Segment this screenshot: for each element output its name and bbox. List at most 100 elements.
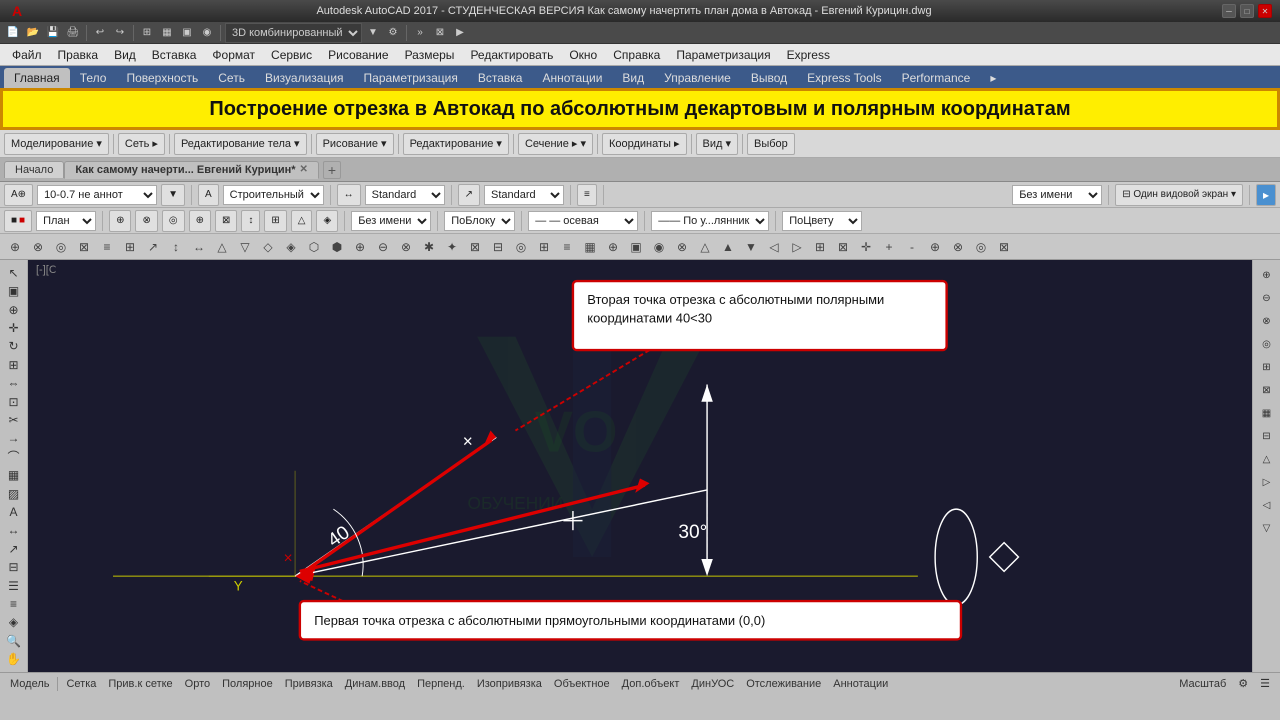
misc1-icon[interactable]: ↕: [241, 210, 260, 232]
status-snap[interactable]: Прив.к сетке: [104, 678, 176, 690]
lt-hatch[interactable]: ▨: [3, 485, 25, 502]
qa-settings[interactable]: ⚙: [384, 24, 402, 42]
it-4[interactable]: ⊠: [73, 236, 95, 258]
misc4-icon[interactable]: ◈: [316, 210, 338, 232]
lt-extend[interactable]: →: [3, 430, 25, 447]
lt-text[interactable]: A: [3, 503, 25, 520]
app-icon[interactable]: A: [8, 2, 26, 20]
byblock-select[interactable]: ПоБлоку: [444, 211, 515, 231]
rt-6[interactable]: ⊠: [1256, 379, 1278, 401]
status-annot[interactable]: Аннотации: [829, 678, 892, 690]
tab-output[interactable]: Вывод: [741, 68, 797, 88]
it-3[interactable]: ◎: [50, 236, 72, 258]
rt-8[interactable]: ⊟: [1256, 425, 1278, 447]
edit-dropdown[interactable]: Редактирование ▾: [403, 133, 509, 155]
menu-view[interactable]: Вид: [106, 44, 144, 65]
status-misc[interactable]: ☰: [1256, 677, 1274, 690]
it-6[interactable]: ⊞: [119, 236, 141, 258]
it-40[interactable]: -: [901, 236, 923, 258]
status-dynucs[interactable]: ДинУОС: [687, 678, 738, 690]
body-edit-dropdown[interactable]: Редактирование тела ▾: [174, 133, 307, 155]
status-scale[interactable]: Масштаб: [1175, 678, 1230, 690]
lt-layer[interactable]: ☰: [3, 577, 25, 594]
it-43[interactable]: ◎: [970, 236, 992, 258]
status-perp[interactable]: Перпенд.: [413, 678, 469, 690]
lt-dim[interactable]: ↔: [3, 522, 25, 539]
snap3-icon[interactable]: ◎: [162, 210, 185, 232]
lt-pan[interactable]: ✋: [3, 651, 25, 668]
it-18[interactable]: ⊗: [395, 236, 417, 258]
it-15[interactable]: ⬢: [326, 236, 348, 258]
rt-2[interactable]: ⊖: [1256, 287, 1278, 309]
qa-save[interactable]: 💾: [44, 24, 62, 42]
tab-home[interactable]: Главная: [4, 68, 70, 88]
snap-icon[interactable]: ⊕: [109, 210, 131, 232]
it-1[interactable]: ⊕: [4, 236, 26, 258]
canvas-area[interactable]: [-][Сверху][2D-каркас] VO ОБУЧЕНИИ: [28, 260, 1252, 672]
view-dropdown[interactable]: Вид ▾: [696, 133, 738, 155]
qa-misc2[interactable]: ▦: [158, 24, 176, 42]
qa-misc3[interactable]: ▣: [178, 24, 196, 42]
menu-dimensions[interactable]: Размеры: [397, 44, 463, 65]
lt-prop[interactable]: ≡: [3, 595, 25, 612]
modeling-dropdown[interactable]: Моделирование ▾: [4, 133, 109, 155]
it-32[interactable]: ▲: [717, 236, 739, 258]
it-25[interactable]: ≡: [556, 236, 578, 258]
it-38[interactable]: ✛: [855, 236, 877, 258]
snap5-icon[interactable]: ⊠: [215, 210, 237, 232]
tab-drawing-close[interactable]: ✕: [300, 164, 308, 175]
rt-10[interactable]: ▷: [1256, 471, 1278, 493]
lt-stretch[interactable]: ⊡: [3, 393, 25, 410]
it-7[interactable]: ↗: [142, 236, 164, 258]
menu-file[interactable]: Файл: [4, 44, 50, 65]
it-12[interactable]: ◇: [257, 236, 279, 258]
lt-fillet[interactable]: ⌒: [3, 448, 25, 465]
it-11[interactable]: ▽: [234, 236, 256, 258]
tab-manage[interactable]: Управление: [654, 68, 741, 88]
rt-12[interactable]: ▽: [1256, 517, 1278, 539]
dimstyle-select[interactable]: Standard: [365, 185, 445, 205]
lt-mirror[interactable]: ⇔: [3, 374, 25, 391]
plan-select[interactable]: План: [36, 211, 96, 231]
it-34[interactable]: ◁: [763, 236, 785, 258]
status-ortho[interactable]: Орто: [181, 678, 214, 690]
it-5[interactable]: ≡: [96, 236, 118, 258]
it-37[interactable]: ⊠: [832, 236, 854, 258]
lt-misc[interactable]: ◈: [3, 614, 25, 631]
layer-extra[interactable]: ▼: [161, 184, 185, 206]
it-8[interactable]: ↕: [165, 236, 187, 258]
viewport-name-select[interactable]: Без имени: [1012, 185, 1102, 205]
mleaderstyle-select[interactable]: Standard: [484, 185, 564, 205]
lt-trim[interactable]: ✂: [3, 411, 25, 428]
one-viewport-btn[interactable]: ⊟ Один видовой экран ▾: [1115, 184, 1243, 206]
menu-modify[interactable]: Редактировать: [462, 44, 561, 65]
tab-insert[interactable]: Вставка: [468, 68, 533, 88]
status-polar[interactable]: Полярное: [218, 678, 277, 690]
it-28[interactable]: ▣: [625, 236, 647, 258]
it-39[interactable]: +: [878, 236, 900, 258]
it-23[interactable]: ◎: [510, 236, 532, 258]
qa-new[interactable]: 📄: [4, 24, 22, 42]
tab-start[interactable]: Начало: [4, 161, 64, 178]
tab-annotate[interactable]: Аннотации: [532, 68, 612, 88]
viewport-select2[interactable]: Без имени: [351, 211, 431, 231]
close-button[interactable]: ✕: [1258, 4, 1272, 18]
extra-btn[interactable]: ▸: [1256, 184, 1276, 206]
qa-undo[interactable]: ↩: [91, 24, 109, 42]
qa-print[interactable]: 🖨: [64, 24, 82, 42]
it-21[interactable]: ⊠: [464, 236, 486, 258]
status-dobj[interactable]: Доп.объект: [618, 678, 684, 690]
tab-mesh[interactable]: Сеть: [208, 68, 255, 88]
tab-more[interactable]: ▸: [980, 68, 1006, 88]
workspace-selector[interactable]: 3D комбинированный: [225, 23, 362, 43]
multiline-icon[interactable]: ≡: [577, 184, 597, 206]
status-dyn[interactable]: Динам.ввод: [341, 678, 409, 690]
lt-snap[interactable]: ⊕: [3, 301, 25, 318]
qa-extra[interactable]: »: [411, 24, 429, 42]
menu-help[interactable]: Справка: [605, 44, 668, 65]
rt-11[interactable]: ◁: [1256, 494, 1278, 516]
snap4-icon[interactable]: ⊕: [189, 210, 211, 232]
layer-select[interactable]: 10-0.7 не аннот: [37, 185, 157, 205]
lt-block[interactable]: ⊟: [3, 559, 25, 576]
linetype-select[interactable]: — — осевая: [528, 211, 638, 231]
